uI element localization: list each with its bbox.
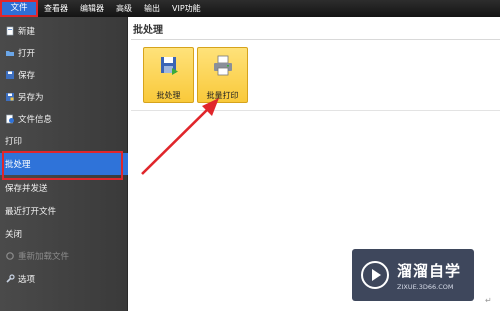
sidebar-item-print[interactable]: 打印 [0,130,128,152]
sidebar-item-batch[interactable]: 批处理 [0,153,128,175]
sidebar-item-options[interactable]: 选项 [0,268,128,290]
sidebar-item-save-as[interactable]: 另存为 [0,86,128,108]
folder-open-icon [6,51,14,56]
tile-label: 批处理 [156,91,181,100]
batch-process-button[interactable]: 批处理 [143,47,194,103]
sidebar-item-label: 批处理 [5,160,31,170]
sidebar-item-label: 另存为 [18,93,44,103]
sidebar-item-label: 打开 [18,49,36,59]
save-icon [6,71,14,79]
tile-label: 批量打印 [206,91,239,100]
sidebar-item-label: 选项 [18,275,36,285]
menu-tab-file[interactable]: 文件 [0,0,38,17]
sidebar-item-label: 新建 [18,27,36,37]
sidebar-item-save[interactable]: 保存 [0,64,128,86]
new-file-icon [6,26,14,36]
save-as-icon [6,93,14,101]
sidebar-item-close[interactable]: 关闭 [0,223,128,245]
menu-tab-output[interactable]: 输出 [138,0,166,17]
sidebar-item-label: 打印 [5,137,23,147]
sidebar-item-label: 保存并发送 [5,184,48,194]
batch-print-icon [213,55,232,76]
sidebar-item-label: 关闭 [5,230,23,240]
sidebar-item-label: 重新加载文件 [18,252,70,262]
sidebar-item-reload: 重新加载文件 [0,245,128,267]
sidebar-item-recent-files[interactable]: 最近打开文件 [0,200,128,222]
sidebar-item-label: 最近打开文件 [5,207,57,217]
watermark-logo: 溜溜自学 ZIXUE.3D66.COM [352,249,474,301]
sidebar-item-label: 文件信息 [18,115,53,125]
batch-print-button[interactable]: 批量打印 [197,47,248,103]
sidebar-item-new[interactable]: 新建 [0,20,128,42]
sidebar-item-open[interactable]: 打开 [0,42,128,64]
page-title: 批处理 [133,25,163,36]
menu-tab-advanced[interactable]: 高级 [110,0,138,17]
wrench-icon [6,274,15,283]
sidebar-item-save-and-send[interactable]: 保存并发送 [0,177,128,199]
menu-tab-viewer[interactable]: 查看器 [38,0,74,17]
title-divider [131,39,500,40]
reload-icon [6,252,14,260]
return-mark-icon: ↵ [485,296,492,305]
batch-save-icon [160,57,178,75]
sidebar-item-file-info[interactable]: 文件信息 [0,108,128,130]
menu-tab-vip[interactable]: VIP功能 [166,0,207,17]
file-sidebar: 新建 打开 保存 另存为 文件信息 打印 批处理 保存并发送 最近打开文件 关闭… [0,17,128,311]
content-divider [131,110,500,111]
watermark-title: 溜溜自学 [397,261,462,280]
menu-bar: 文件 查看器 编辑器 高级 输出 VIP功能 [0,0,500,17]
watermark-url: ZIXUE.3D66.COM [397,282,454,291]
info-icon [6,114,14,124]
sidebar-item-label: 保存 [18,71,36,81]
menu-tab-editor[interactable]: 编辑器 [74,0,110,17]
play-logo-icon [361,261,389,289]
